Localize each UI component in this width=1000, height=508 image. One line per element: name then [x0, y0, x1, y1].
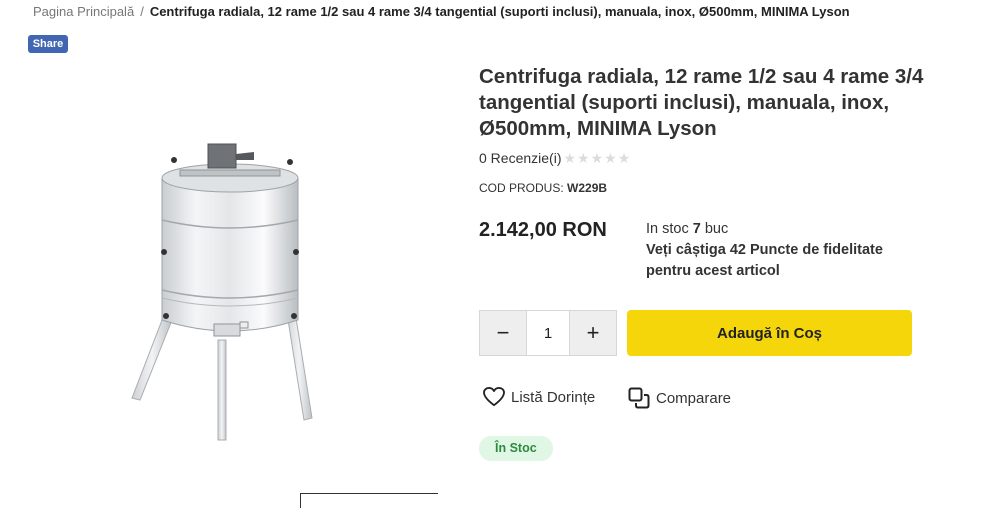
product-title: Centrifuga radiala, 12 rame 1/2 sau 4 ra… — [479, 65, 924, 140]
product-image[interactable] — [110, 130, 350, 460]
breadcrumb-home-link[interactable]: Pagina Principală — [33, 4, 134, 19]
stock-count: 7 — [692, 221, 701, 237]
quantity-input[interactable] — [526, 311, 570, 355]
wishlist-button[interactable]: Listă Dorințe — [483, 387, 595, 407]
product-code-label: COD PRODUS: — [479, 181, 564, 195]
breadcrumb-current: Centrifuga radiala, 12 rame 1/2 sau 4 ra… — [149, 4, 850, 19]
quantity-stepper: − + — [479, 310, 617, 356]
reviews-row: 0 Recenzie(i) ★ ★ ★ ★ ★ — [479, 150, 631, 166]
share-button[interactable]: Share — [28, 35, 68, 53]
breadcrumb-separator: / — [140, 4, 144, 19]
compare-icon — [628, 387, 650, 409]
stock-status-badge: În Stoc — [479, 436, 553, 461]
star-icon: ★ — [604, 150, 617, 166]
add-to-cart-button[interactable]: Adaugă în Coș — [627, 310, 912, 356]
compare-button[interactable]: Comparare — [628, 387, 731, 409]
compare-label: Comparare — [656, 389, 732, 407]
quantity-increase-button[interactable]: + — [570, 311, 616, 355]
rating-stars: ★ ★ ★ ★ ★ — [563, 151, 631, 165]
star-icon: ★ — [617, 150, 631, 166]
reviews-link[interactable]: 0 Recenzie(i) — [479, 150, 561, 166]
product-code: COD PRODUS: W229B — [479, 181, 607, 195]
stock-unit: buc — [704, 221, 729, 237]
stock-line: In stoc 7 buc — [646, 219, 916, 239]
stock-info: In stoc 7 buc Veți câștiga 42 Puncte de … — [646, 219, 916, 282]
stock-prefix: In stoc — [646, 221, 689, 237]
product-code-value: W229B — [567, 181, 608, 195]
tabs-divider — [300, 493, 438, 508]
quantity-decrease-button[interactable]: − — [480, 311, 526, 355]
star-icon: ★ — [590, 150, 604, 166]
wishlist-label: Listă Dorințe — [511, 388, 596, 406]
product-price: 2.142,00 RON — [479, 219, 607, 241]
heart-icon — [483, 387, 505, 407]
star-icon: ★ — [577, 150, 590, 166]
breadcrumb: Pagina Principală / Centrifuga radiala, 12… — [33, 4, 850, 19]
star-icon: ★ — [563, 150, 577, 166]
loyalty-points-text: Veți câștiga 42 Puncte de fidelitate pen… — [646, 242, 883, 279]
